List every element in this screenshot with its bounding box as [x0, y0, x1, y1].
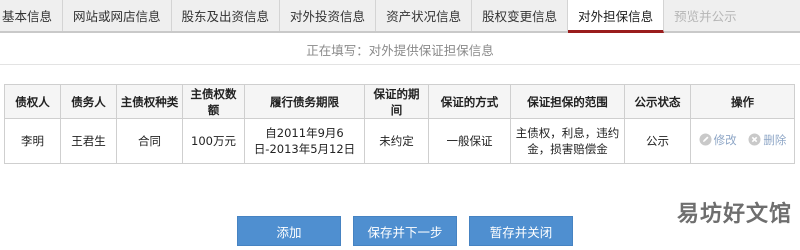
guarantee-table: 债权人 债务人 主债权种类 主债权数额 履行债务期限 保证的期间 保证的方式 保… — [4, 84, 795, 164]
col-header-actions: 操作 — [690, 84, 795, 119]
tab-equity-change-info[interactable]: 股权变更信息 — [472, 0, 569, 31]
page-subtitle: 正在填写：对外提供保证担保信息 — [306, 43, 494, 58]
tab-basic-info[interactable]: 基本信息 — [0, 0, 64, 31]
tab-investment-info[interactable]: 对外投资信息 — [280, 0, 377, 31]
table-header-row: 债权人 债务人 主债权种类 主债权数额 履行债务期限 保证的期间 保证的方式 保… — [4, 84, 795, 119]
delete-icon — [748, 133, 761, 146]
save-next-button[interactable]: 保存并下一步 — [353, 216, 457, 246]
divider — [0, 64, 800, 65]
cell-scope: 主债权，利息，违约金，损害赔偿金 — [510, 118, 625, 164]
cell-debtor: 王君生 — [60, 118, 117, 164]
cell-creditor: 李明 — [4, 118, 61, 164]
col-header-claim-amount: 主债权数额 — [182, 84, 245, 119]
tab-shareholder-info[interactable]: 股东及出资信息 — [172, 0, 281, 31]
tab-website-info[interactable]: 网站或网店信息 — [63, 0, 172, 31]
cell-actions: 修改 删除 — [690, 118, 795, 164]
col-header-guarantee-method: 保证的方式 — [428, 84, 511, 119]
col-header-period: 履行债务期限 — [244, 84, 365, 119]
col-header-debtor: 债务人 — [60, 84, 117, 119]
cell-guarantee-method: 一般保证 — [428, 118, 511, 164]
add-button[interactable]: 添加 — [237, 216, 341, 246]
edit-label: 修改 — [713, 132, 737, 147]
cell-claim-type: 合同 — [116, 118, 183, 164]
save-close-button[interactable]: 暂存并关闭 — [469, 216, 573, 246]
cell-guarantee-period: 未约定 — [364, 118, 429, 164]
delete-label: 删除 — [763, 132, 787, 147]
tab-asset-info[interactable]: 资产状况信息 — [376, 0, 473, 31]
col-header-scope: 保证担保的范围 — [510, 84, 625, 119]
col-header-status: 公示状态 — [624, 84, 691, 119]
cell-claim-amount: 100万元 — [182, 118, 245, 164]
tab-preview-publish: 预览并公示 — [674, 9, 737, 24]
table-row: 李明 王君生 合同 100万元 自2011年9月6日-2013年5月12日 未约… — [4, 118, 795, 164]
edit-link[interactable]: 修改 — [699, 132, 737, 148]
watermark: 易坊好文馆 — [676, 202, 792, 227]
col-header-guarantee-period: 保证的期间 — [364, 84, 429, 119]
col-header-creditor: 债权人 — [4, 84, 61, 119]
cell-status: 公示 — [624, 118, 691, 164]
tab-guarantee-info[interactable]: 对外担保信息 — [568, 0, 665, 33]
col-header-claim-type: 主债权种类 — [116, 84, 183, 119]
delete-link[interactable]: 删除 — [748, 132, 786, 148]
cell-period: 自2011年9月6日-2013年5月12日 — [244, 118, 365, 164]
edit-icon — [699, 133, 712, 146]
tab-bar: 基本信息 网站或网店信息 股东及出资信息 对外投资信息 资产状况信息 股权变更信… — [0, 0, 800, 33]
